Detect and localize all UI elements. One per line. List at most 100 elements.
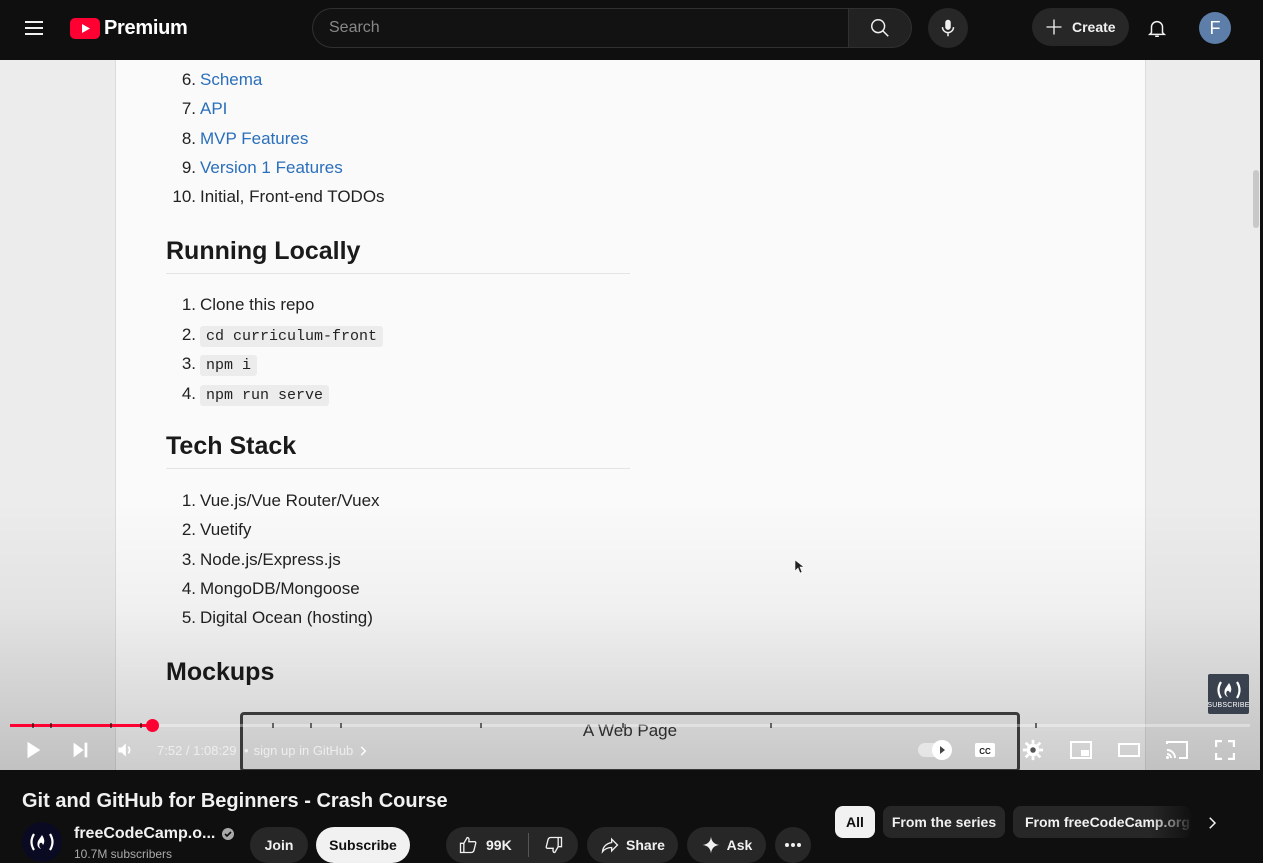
share-icon [601, 837, 619, 854]
chapter-marker [50, 723, 52, 728]
tech-item: 4. MongoDB/Mongoose [181, 579, 360, 598]
guide-menu-button[interactable] [14, 8, 54, 48]
thumbs-up-icon [459, 836, 477, 854]
microphone-icon [941, 19, 955, 37]
miniplayer-icon [1070, 741, 1092, 759]
fullscreen-button[interactable] [1205, 730, 1245, 770]
gear-icon [1022, 739, 1044, 761]
running-step: 2. cd curriculum-front [166, 324, 384, 347]
tech-item: 5. Digital Ocean (hosting) [181, 608, 373, 627]
heading-tech-stack: Tech Stack [166, 432, 297, 460]
chapter-marker [32, 723, 34, 728]
hamburger-icon [25, 21, 43, 35]
running-step: 3. npm i [166, 353, 258, 376]
running-step: 4. npm run serve [166, 383, 330, 406]
heading-mockups: Mockups [166, 658, 275, 686]
channel-watermark[interactable]: SUBSCRIBE [1207, 674, 1250, 714]
create-label: Create [1072, 19, 1116, 35]
like-button[interactable]: 99K [446, 827, 528, 863]
search-button[interactable] [848, 8, 912, 48]
heading-rule [166, 468, 630, 469]
thumbs-down-icon [545, 836, 562, 854]
search-bar [312, 8, 912, 48]
progress-track [10, 724, 1250, 727]
freecodecamp-logo-icon [30, 833, 54, 851]
heading-running-locally: Running Locally [166, 237, 361, 265]
video-frame: 6. Schema 7. API 8. MVP Features 9. Version … [0, 60, 1260, 770]
search-box[interactable] [312, 8, 848, 48]
svg-text:CC: CC [979, 747, 991, 756]
play-icon [27, 741, 41, 759]
chapter-marker [140, 723, 142, 728]
settings-button[interactable] [1013, 730, 1053, 770]
share-button[interactable]: Share [587, 827, 678, 863]
fullscreen-icon [1215, 740, 1235, 760]
bell-icon [1147, 20, 1167, 37]
cast-icon [1166, 741, 1188, 759]
player-controls: 7:52 / 1:08:29 • sign up in GitHub CC [0, 730, 1260, 770]
chapter-marker [310, 723, 312, 728]
next-button[interactable] [60, 730, 100, 770]
autoplay-play-icon [940, 746, 945, 754]
share-label: Share [626, 837, 665, 853]
like-dislike-group: 99K [446, 827, 578, 863]
chips-next-button[interactable] [1196, 806, 1228, 840]
tech-item: 1. Vue.js/Vue Router/Vuex [181, 491, 380, 510]
progress-bar[interactable] [10, 719, 1250, 732]
contents-item: 10. Initial, Front-end TODOs [172, 187, 385, 206]
more-horizontal-icon [785, 843, 801, 847]
video-document-scrollbar [1253, 170, 1259, 228]
youtube-premium-logo[interactable]: Premium [70, 16, 188, 40]
tech-item: 3. Node.js/Express.js [181, 550, 341, 569]
subtitles-button[interactable]: CC [965, 730, 1005, 770]
notifications-button[interactable] [1137, 8, 1177, 48]
chevron-right-icon [361, 745, 367, 756]
miniplayer-button[interactable] [1061, 730, 1101, 770]
autoplay-knob [932, 740, 952, 760]
chevron-right-icon [1209, 817, 1217, 829]
chapter-marker [1035, 723, 1037, 728]
contents-item: 8. MVP Features [181, 129, 309, 148]
voice-search-button[interactable] [928, 8, 968, 48]
channel-name[interactable]: freeCodeCamp.o... [74, 825, 235, 843]
account-avatar[interactable]: F [1199, 12, 1231, 44]
ask-button[interactable]: Ask [687, 827, 766, 863]
verified-badge-icon [222, 828, 235, 840]
video-player[interactable]: 6. Schema 7. API 8. MVP Features 9. Version … [0, 60, 1260, 770]
autoplay-toggle[interactable] [918, 740, 952, 760]
search-input[interactable] [329, 19, 832, 37]
join-button[interactable]: Join [250, 827, 308, 863]
dislike-button[interactable] [529, 827, 578, 863]
sparkle-icon [702, 836, 719, 854]
video-title: Git and GitHub for Beginners - Crash Cou… [22, 790, 448, 812]
chip-all[interactable]: All [835, 806, 875, 838]
freecodecamp-logo-icon [1216, 681, 1241, 699]
skip-next-icon [73, 742, 88, 758]
mute-button[interactable] [105, 730, 145, 770]
contents-item: 9. Version 1 Features [181, 158, 343, 177]
cast-button[interactable] [1157, 730, 1197, 770]
time-display: 7:52 / 1:08:29 [157, 743, 237, 758]
heading-rule [166, 273, 630, 274]
masthead: Premium Create F [0, 0, 1263, 56]
like-count: 99K [486, 837, 512, 853]
subscribe-button[interactable]: Subscribe [316, 827, 410, 863]
channel-avatar[interactable] [22, 822, 62, 862]
play-button[interactable] [13, 730, 53, 770]
create-button[interactable]: Create [1032, 8, 1129, 46]
chips-fade [1150, 804, 1195, 840]
chapter-marker [480, 723, 482, 728]
chip-from-the-series[interactable]: From the series [883, 806, 1005, 838]
chapter-marker [110, 723, 112, 728]
logo-text: Premium [104, 16, 188, 39]
chapter-title-button[interactable]: • sign up in GitHub [244, 743, 370, 758]
watermark-label: SUBSCRIBE [1207, 702, 1250, 709]
contents-item: 6. Schema [181, 70, 263, 89]
youtube-logo-icon [70, 17, 100, 39]
ask-label: Ask [726, 837, 753, 853]
contents-item: 7. API [181, 99, 228, 118]
more-actions-button[interactable] [775, 827, 811, 863]
mouse-cursor-icon [795, 560, 805, 574]
theater-mode-button[interactable] [1109, 730, 1149, 770]
volume-icon [118, 743, 131, 757]
